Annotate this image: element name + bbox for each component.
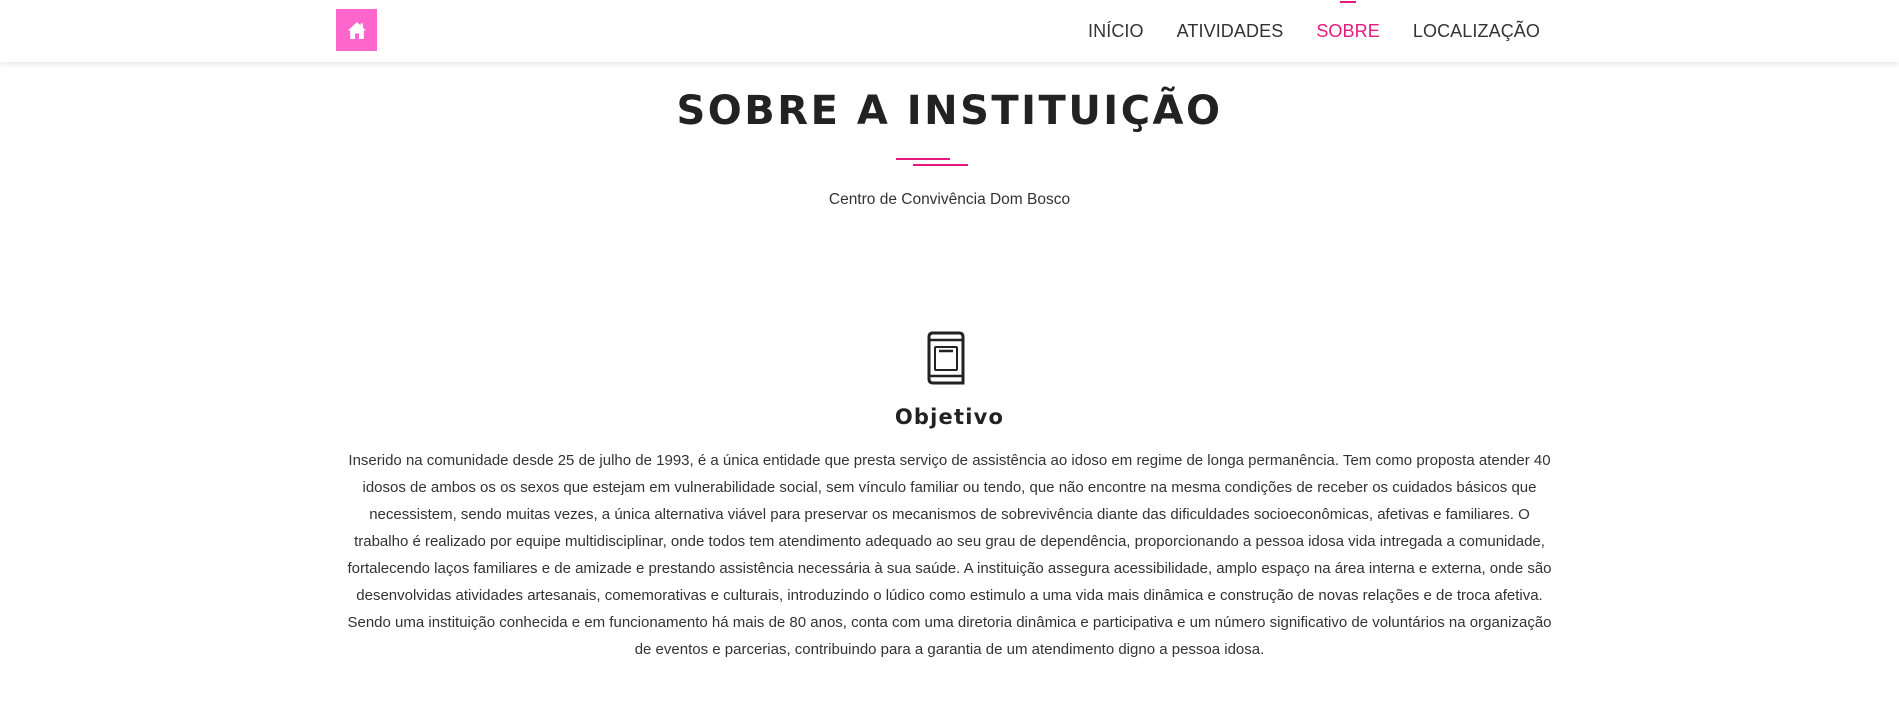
section-subtitle: Centro de Convivência Dom Bosco — [828, 191, 1071, 208]
nav-item-inicio[interactable]: INÍCIO — [1088, 21, 1144, 42]
objective-title: Objetivo — [894, 405, 1005, 429]
objective-text: Inserido na comunidade desde 25 de julho… — [347, 452, 1552, 658]
home-button[interactable] — [336, 9, 377, 51]
main-nav: INÍCIO ATIVIDADES SOBRE LOCALIZAÇÃO — [1088, 0, 1540, 62]
section-title: SOBRE A INSTITUIÇÃO — [676, 88, 1223, 134]
title-divider-line-top — [896, 158, 950, 160]
title-divider-line-bottom — [913, 164, 968, 166]
nav-item-sobre[interactable]: SOBRE — [1316, 21, 1380, 42]
home-icon — [347, 21, 366, 39]
navbar: INÍCIO ATIVIDADES SOBRE LOCALIZAÇÃO — [0, 0, 1899, 62]
nav-item-atividades[interactable]: ATIVIDADES — [1177, 21, 1284, 42]
nav-item-localizacao[interactable]: LOCALIZAÇÃO — [1413, 21, 1540, 42]
title-divider — [896, 156, 968, 166]
book-icon — [927, 331, 965, 385]
